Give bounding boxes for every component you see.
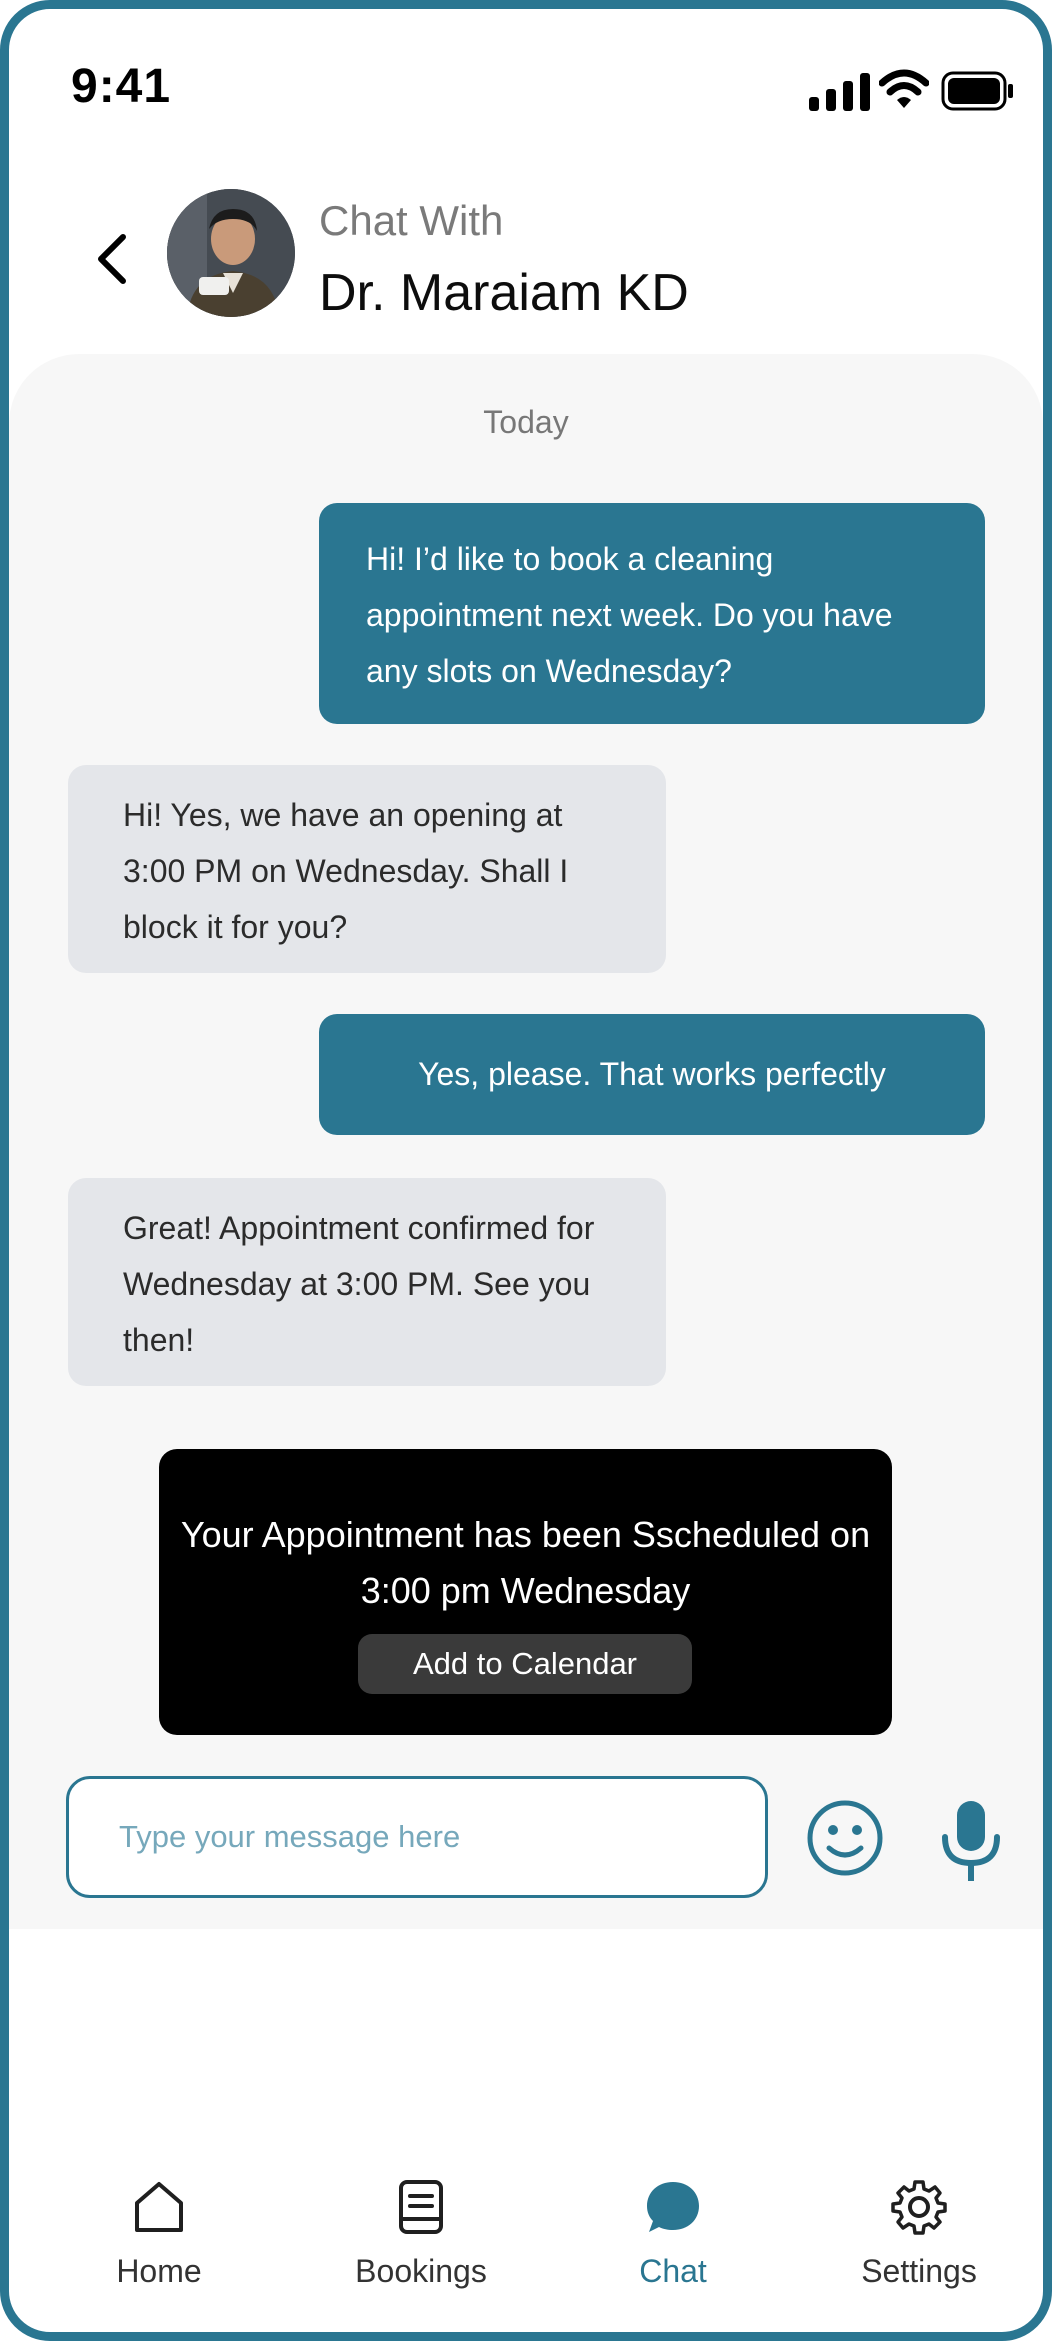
nav-item-bookings[interactable]: Bookings	[331, 2179, 511, 2290]
chat-with-label: Chat With	[319, 197, 504, 244]
nav-label-home: Home	[116, 2253, 202, 2289]
emoji-icon[interactable]	[805, 1798, 885, 1878]
message-bubble-sent: Yes, please. That works perfectly	[319, 1014, 985, 1135]
gear-icon	[891, 2180, 947, 2235]
date-divider: Today	[483, 404, 569, 440]
chat-bubble-icon	[647, 2182, 699, 2232]
add-to-calendar-button[interactable]: Add to Calendar	[358, 1634, 692, 1694]
status-time: 9:41	[71, 60, 172, 113]
confirmation-text: Your Appointment has been Sscheduled on …	[180, 1514, 871, 1611]
nav-item-settings[interactable]: Settings	[829, 2179, 1009, 2290]
nav-item-home[interactable]: Home	[69, 2179, 249, 2290]
appointment-confirmation-card: Your Appointment has been Sscheduled on …	[159, 1449, 892, 1735]
nav-label-chat: Chat	[639, 2253, 707, 2289]
doctor-name: Dr. Maraiam KD	[319, 264, 689, 322]
cellular-signal-icon	[809, 73, 870, 111]
phone-screen: 9:41 Chat With Dr. Maraiam KD Today Hi! …	[0, 0, 1052, 2341]
book-icon	[399, 2180, 443, 2234]
back-arrow-icon[interactable]	[89, 231, 133, 287]
home-icon	[135, 2182, 183, 2232]
nav-label-settings: Settings	[861, 2253, 977, 2289]
wifi-icon	[879, 69, 929, 108]
message-input[interactable]	[66, 1776, 768, 1898]
message-bubble-sent: Hi! I’d like to book a cleaning appointm…	[319, 503, 985, 724]
battery-icon	[941, 71, 1013, 111]
microphone-icon[interactable]	[939, 1799, 1003, 1883]
message-bubble-received: Hi! Yes, we have an opening at 3:00 PM o…	[68, 765, 666, 973]
nav-item-chat[interactable]: Chat	[583, 2179, 763, 2290]
nav-label-bookings: Bookings	[355, 2253, 487, 2289]
message-bubble-received: Great! Appointment confirmed for Wednesd…	[68, 1178, 666, 1386]
doctor-avatar	[167, 189, 295, 317]
